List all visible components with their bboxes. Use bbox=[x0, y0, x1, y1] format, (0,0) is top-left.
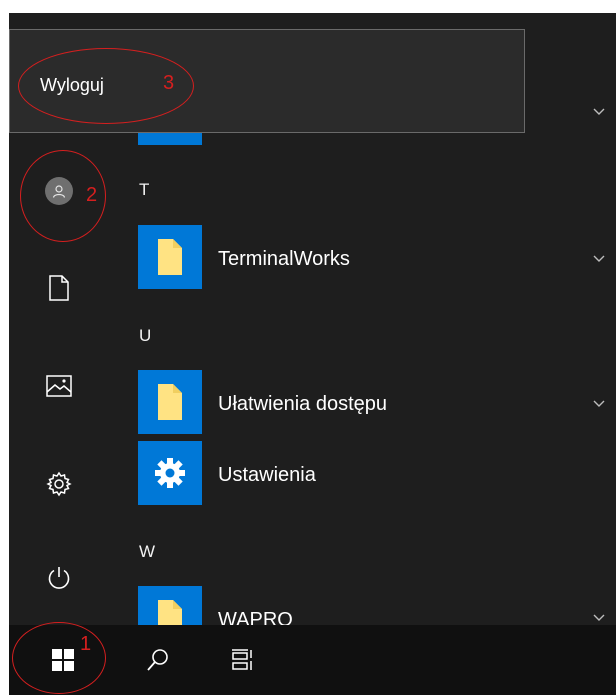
app-label-wapro[interactable]: WAPRO bbox=[218, 609, 293, 625]
chevron-down-icon[interactable] bbox=[589, 611, 609, 625]
group-letter-w[interactable]: W bbox=[139, 542, 155, 562]
group-letter-u[interactable]: U bbox=[139, 326, 151, 346]
folder-icon bbox=[158, 384, 182, 420]
annotation-number-1: 1 bbox=[80, 633, 92, 655]
app-label-ulatwienia[interactable]: Ułatwienia dostępu bbox=[218, 393, 387, 416]
annotation-number-3: 3 bbox=[163, 72, 175, 94]
documents-button[interactable] bbox=[39, 268, 79, 308]
document-icon bbox=[49, 275, 69, 301]
app-label-ustawienia[interactable]: Ustawienia bbox=[218, 464, 316, 487]
power-button[interactable] bbox=[39, 558, 79, 598]
folder-icon bbox=[158, 239, 182, 275]
settings-button[interactable] bbox=[39, 464, 79, 504]
pictures-icon bbox=[46, 375, 72, 397]
app-tile-wapro[interactable] bbox=[138, 586, 202, 625]
annotation-number-2: 2 bbox=[86, 184, 98, 206]
group-letter-t[interactable]: T bbox=[139, 180, 149, 200]
task-view-icon bbox=[232, 649, 252, 670]
power-icon bbox=[48, 567, 70, 589]
app-tile-ustawienia[interactable] bbox=[138, 441, 202, 505]
search-icon bbox=[147, 649, 168, 671]
pictures-button[interactable] bbox=[39, 366, 79, 406]
settings-gear-icon bbox=[155, 458, 185, 488]
app-label-terminalworks[interactable]: TerminalWorks bbox=[218, 248, 350, 271]
app-tile-terminalworks[interactable] bbox=[138, 225, 202, 289]
chevron-down-icon[interactable] bbox=[589, 105, 609, 119]
chevron-down-icon[interactable] bbox=[589, 252, 609, 266]
gear-icon bbox=[46, 471, 72, 497]
folder-icon bbox=[158, 600, 182, 625]
annotation-circle-1 bbox=[12, 622, 106, 694]
search-button[interactable] bbox=[133, 635, 183, 685]
task-view-button[interactable] bbox=[218, 635, 268, 685]
chevron-down-icon[interactable] bbox=[589, 397, 609, 411]
app-tile-ulatwienia[interactable] bbox=[138, 370, 202, 434]
